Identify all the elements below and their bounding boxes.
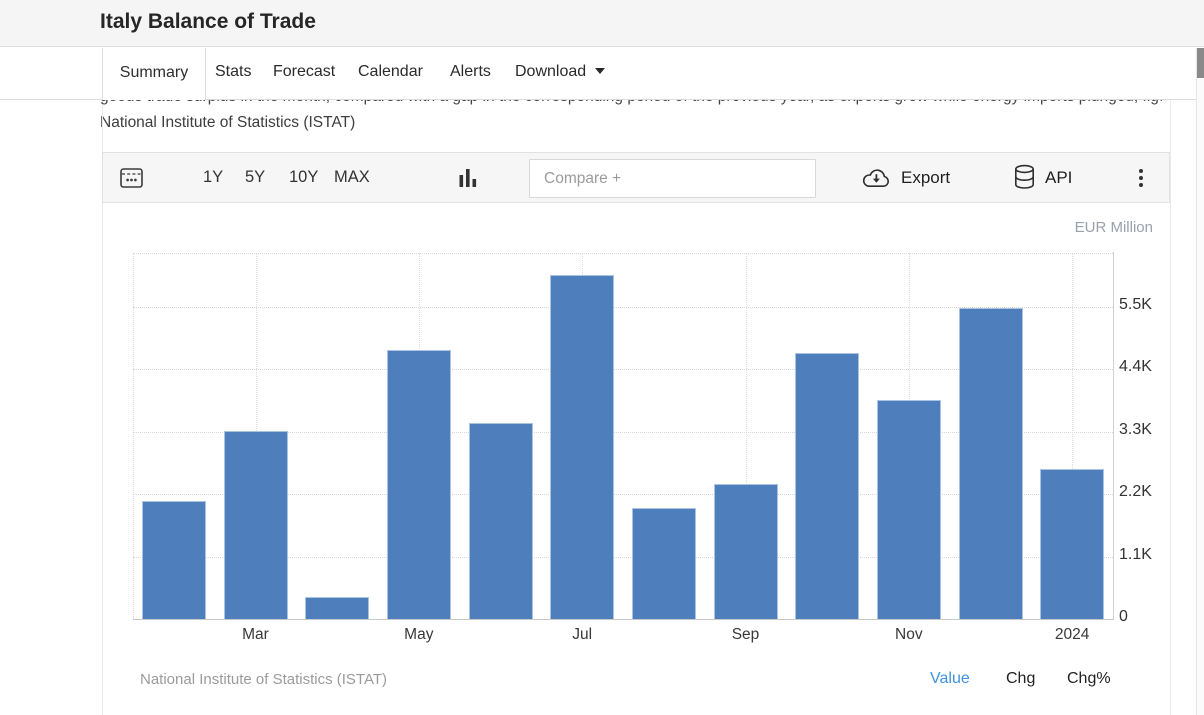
x-axis-tick-label: May xyxy=(379,626,459,644)
cloud-download-icon xyxy=(861,166,892,189)
y-axis-tick-label: 4.4K xyxy=(1119,358,1152,376)
x-axis-line xyxy=(133,619,1114,620)
clipped-paragraph: goods trade surplus in the month, compar… xyxy=(100,100,1162,107)
y-axis-tick-label: 2.2K xyxy=(1119,483,1152,501)
card-border-right xyxy=(1170,100,1171,715)
y-axis-tick-label: 0 xyxy=(1119,608,1128,626)
chart-toolbar: 1Y 5Y 10Y MAX Export AP xyxy=(102,152,1170,203)
tab-forecast[interactable]: Forecast xyxy=(273,63,335,81)
scrollbar-track[interactable] xyxy=(1196,48,1204,715)
chart-bar[interactable] xyxy=(959,308,1023,619)
tab-calendar[interactable]: Calendar xyxy=(358,63,423,81)
chart-bar[interactable] xyxy=(224,431,288,619)
api-button[interactable]: API xyxy=(1013,153,1072,202)
chart-type-button[interactable] xyxy=(459,153,477,202)
scrollbar-thumb[interactable] xyxy=(1197,48,1204,78)
export-label: Export xyxy=(901,168,950,188)
tab-stats[interactable]: Stats xyxy=(215,63,251,81)
calendar-icon xyxy=(119,165,144,190)
range-button-10y[interactable]: 10Y xyxy=(289,153,318,202)
chart-bar[interactable] xyxy=(550,275,614,619)
api-label: API xyxy=(1045,168,1072,188)
chart-source-label: National Institute of Statistics (ISTAT) xyxy=(140,671,387,688)
range-button-5y[interactable]: 5Y xyxy=(245,153,265,202)
chart-bar[interactable] xyxy=(795,353,859,619)
chart-bar[interactable] xyxy=(305,597,369,619)
page: Italy Balance of Trade Summary Stats For… xyxy=(0,0,1204,715)
y-axis-line xyxy=(1113,252,1114,619)
database-icon xyxy=(1013,164,1036,191)
chart-bar[interactable] xyxy=(877,400,941,619)
footer-link-chg[interactable]: Chg xyxy=(1006,670,1035,688)
page-title: Italy Balance of Trade xyxy=(100,10,316,34)
chart-bar[interactable] xyxy=(1040,469,1104,619)
chart-bar[interactable] xyxy=(469,423,533,619)
x-axis-tick-label: 2024 xyxy=(1032,626,1112,644)
y-axis-tick-label: 5.5K xyxy=(1119,296,1152,314)
source-attribution: National Institute of Statistics (ISTAT) xyxy=(100,114,355,132)
tab-alerts[interactable]: Alerts xyxy=(450,63,491,81)
kebab-menu-icon xyxy=(1135,165,1147,191)
footer-link-chg-percent[interactable]: Chg% xyxy=(1067,670,1111,688)
title-bar: Italy Balance of Trade xyxy=(0,0,1204,47)
y-axis-tick-label: 1.1K xyxy=(1119,546,1152,564)
clipped-text-line: goods trade surplus in the month, compar… xyxy=(100,100,1162,106)
tab-download-label: Download xyxy=(515,63,586,80)
chart-bar[interactable] xyxy=(142,501,206,619)
x-axis-tick-label: Jul xyxy=(542,626,622,644)
export-button[interactable]: Export xyxy=(861,153,950,202)
tab-download[interactable]: Download xyxy=(515,63,605,81)
bar-chart-type-icon xyxy=(459,167,477,188)
x-axis-tick-label: Mar xyxy=(216,626,296,644)
range-button-max[interactable]: MAX xyxy=(334,153,370,202)
footer-link-value[interactable]: Value xyxy=(930,670,970,688)
grid-line-vertical xyxy=(133,253,134,619)
more-options-button[interactable] xyxy=(1135,153,1147,202)
chart-bar[interactable] xyxy=(387,350,451,619)
y-axis-unit-label: EUR Million xyxy=(968,219,1153,236)
compare-input[interactable] xyxy=(529,159,816,198)
x-axis-tick-label: Sep xyxy=(706,626,786,644)
range-button-1y[interactable]: 1Y xyxy=(203,153,223,202)
x-axis-tick-label: Nov xyxy=(869,626,949,644)
calendar-button[interactable] xyxy=(119,153,144,202)
caret-down-icon xyxy=(595,68,605,74)
tab-summary[interactable]: Summary xyxy=(102,48,206,100)
chart-bar[interactable] xyxy=(714,484,778,619)
chart-bar[interactable] xyxy=(632,508,696,619)
y-axis-tick-label: 3.3K xyxy=(1119,421,1152,439)
